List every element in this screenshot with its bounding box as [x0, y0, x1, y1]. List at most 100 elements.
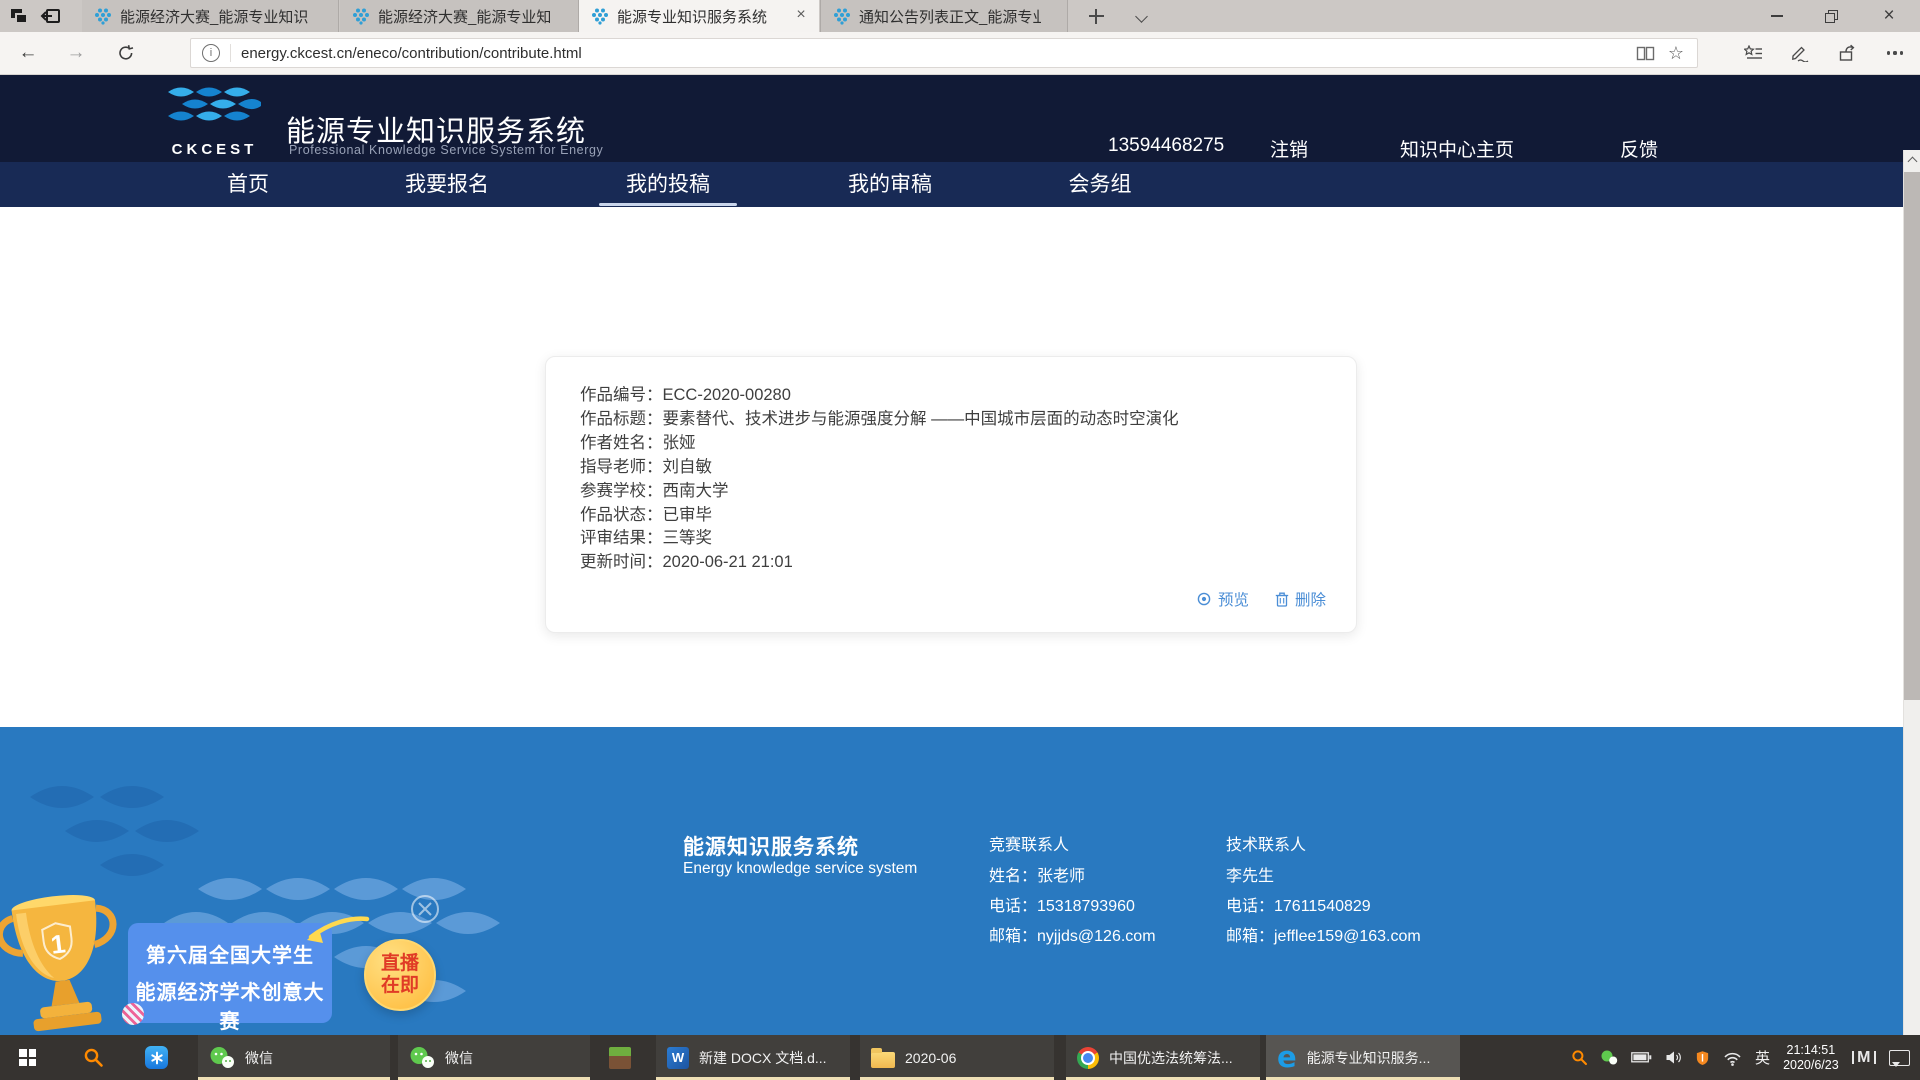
wifi-icon[interactable] [1723, 1050, 1742, 1066]
field-label: 参赛学校： [580, 482, 663, 500]
field-value: 2020-06-21 21:01 [663, 553, 793, 571]
ime-indicator[interactable]: 英 [1755, 1047, 1770, 1068]
battery-icon[interactable] [1631, 1052, 1652, 1063]
nav-item-my-reviews[interactable]: 我的审稿 [848, 162, 932, 207]
badge-line1: 直播 [381, 953, 419, 975]
field-label: 更新时间： [580, 553, 663, 571]
logo-mark-icon [165, 83, 261, 139]
taskbar-wechat-button[interactable]: 微信 [198, 1035, 390, 1080]
back-button[interactable]: ← [8, 32, 48, 74]
field-label: 作品编号： [580, 386, 663, 404]
live-soon-badge[interactable]: 直播 在即 [364, 939, 436, 1011]
logo-text: CKCEST [167, 141, 262, 158]
field-value: 西南大学 [663, 482, 729, 500]
delete-link[interactable]: 删除 [1275, 588, 1326, 610]
field-row: 作品编号：ECC-2020-00280 [580, 384, 1179, 408]
more-menu-button[interactable] [1878, 37, 1912, 69]
start-button[interactable] [8, 1035, 56, 1080]
favorites-hub-button[interactable] [1736, 37, 1770, 69]
field-row: 指导老师：刘自敏 [580, 456, 1179, 480]
window-restore-button[interactable] [1806, 0, 1856, 32]
add-favorite-button[interactable]: ☆ [1668, 43, 1684, 64]
submission-fields: 作品编号：ECC-2020-00280 作品标题：要素替代、技术进步与能源强度分… [580, 384, 1179, 575]
scrollbar[interactable] [1903, 150, 1920, 1035]
nav-item-home[interactable]: 首页 [227, 162, 269, 207]
field-label: 评审结果： [580, 529, 663, 547]
book-icon [1636, 46, 1655, 61]
forward-button[interactable]: → [56, 32, 96, 74]
taskbar-minecraft-button[interactable] [598, 1035, 644, 1080]
tab-list-dropdown-button[interactable] [1124, 2, 1158, 30]
nav-item-my-submissions[interactable]: 我的投稿 [626, 162, 710, 207]
minecraft-icon [609, 1047, 631, 1069]
field-label: 作品状态： [580, 506, 663, 524]
tab-close-icon[interactable]: × [792, 6, 810, 24]
contact-line: 姓名：张老师 [989, 868, 1156, 885]
preview-link[interactable]: 预览 [1196, 588, 1249, 610]
new-tab-button[interactable] [1078, 0, 1114, 32]
browser-tab[interactable]: 能源经济大赛_能源专业知识 [340, 0, 579, 32]
field-value: 三等奖 [663, 529, 713, 547]
browser-address-bar-row: ← → energy.ckcest.cn/eneco/contribution/… [0, 32, 1920, 75]
word-icon [667, 1047, 689, 1069]
address-bar[interactable]: energy.ckcest.cn/eneco/contribution/cont… [190, 38, 1698, 68]
contact-line: 电话：17611540829 [1226, 898, 1421, 915]
browser-tab[interactable]: 通知公告列表正文_能源专业 [820, 0, 1068, 32]
eye-icon [1196, 591, 1212, 607]
header-phone-link[interactable]: 13594468275 [1108, 135, 1224, 157]
taskbar-edge-button-active[interactable]: 能源专业知识服务... [1266, 1035, 1460, 1080]
taskbar-chrome-button[interactable]: 中国优选法统筹法... [1066, 1035, 1260, 1080]
nav-item-committee[interactable]: 会务组 [1069, 162, 1132, 207]
promo-arrow-icon [293, 913, 373, 949]
feedback-link[interactable]: 反馈 [1620, 135, 1658, 162]
field-row: 更新时间：2020-06-21 21:01 [580, 551, 1179, 575]
search-icon [83, 1047, 104, 1068]
m-app-tray-icon[interactable]: M [1852, 1049, 1876, 1067]
browser-tab[interactable]: 能源经济大赛_能源专业知识 [82, 0, 339, 32]
tray-search-icon[interactable] [1571, 1049, 1588, 1066]
taskbar-button-label: 微信 [245, 1048, 273, 1068]
tim-app-button[interactable] [134, 1035, 180, 1080]
nav-item-signup[interactable]: 我要报名 [405, 162, 489, 207]
knowledge-center-home-link[interactable]: 知识中心主页 [1400, 135, 1514, 162]
site-logo[interactable] [165, 83, 261, 144]
reading-view-button[interactable] [1636, 46, 1655, 61]
window-close-button[interactable]: × [1860, 0, 1918, 32]
tabs-set-aside-button[interactable] [7, 5, 31, 27]
taskbar-button-label: 微信 [445, 1048, 473, 1068]
share-button[interactable] [1830, 37, 1864, 69]
refresh-button[interactable] [106, 32, 146, 74]
browser-titlebar: 能源经济大赛_能源专业知识 能源经济大赛_能源专业知识 能源专业知识服务系统 ×… [0, 0, 1920, 32]
site-favicon-icon [591, 7, 609, 25]
logout-link[interactable]: 注销 [1270, 135, 1308, 162]
taskbar-clock[interactable]: 21:14:51 2020/6/23 [1783, 1043, 1839, 1073]
favorites-hub-icon [1744, 45, 1763, 62]
tab-title: 能源经济大赛_能源专业知识 [378, 6, 552, 27]
taskbar-folder-button[interactable]: 2020-06 [860, 1035, 1054, 1080]
clock-time: 21:14:51 [1787, 1043, 1836, 1057]
scroll-up-button[interactable] [1904, 151, 1920, 169]
field-value: 刘自敏 [663, 458, 713, 476]
decorative-ball [122, 1003, 144, 1025]
page-info-icon[interactable] [202, 44, 220, 62]
taskbar-button-label: 新建 DOCX 文档.d... [699, 1048, 827, 1068]
taskbar-search-app-button[interactable] [72, 1035, 118, 1080]
field-value: 张娅 [663, 434, 696, 452]
field-value: ECC-2020-00280 [663, 386, 791, 404]
wechat-icon [209, 1046, 235, 1070]
restore-set-aside-tabs-button[interactable] [39, 5, 63, 27]
security-shield-icon[interactable] [1695, 1050, 1710, 1066]
badge-line2: 在即 [381, 975, 419, 997]
share-icon [1838, 44, 1857, 62]
ellipsis-icon [1887, 51, 1904, 54]
taskbar-wechat-button[interactable]: 微信 [398, 1035, 590, 1080]
speaker-icon[interactable] [1665, 1050, 1682, 1065]
scrollbar-thumb[interactable] [1904, 172, 1920, 700]
action-center-button[interactable] [1889, 1050, 1910, 1066]
annotate-button[interactable] [1782, 37, 1816, 69]
taskbar-word-button[interactable]: 新建 DOCX 文档.d... [656, 1035, 850, 1080]
tray-wechat-icon[interactable] [1601, 1050, 1618, 1066]
window-minimize-button[interactable] [1752, 0, 1802, 32]
browser-tab-active[interactable]: 能源专业知识服务系统 × [579, 0, 819, 32]
taskbar-button-label: 2020-06 [905, 1050, 956, 1066]
